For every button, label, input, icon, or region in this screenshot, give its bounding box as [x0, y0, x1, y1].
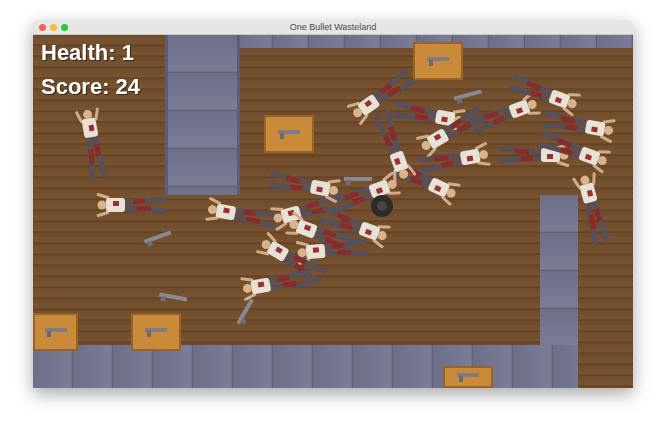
gun-icon[interactable]: [157, 290, 188, 305]
game-window: One Bullet Wasteland Health: 1 Score: 24: [33, 20, 633, 388]
wall: [165, 35, 240, 195]
minimize-button[interactable]: [50, 24, 57, 31]
zombie[interactable]: [93, 193, 173, 217]
health-label: Health: 1: [41, 39, 140, 67]
zombie[interactable]: [461, 90, 544, 140]
window-title: One Bullet Wasteland: [290, 21, 377, 33]
zombie[interactable]: [387, 96, 470, 134]
gun-icon: [43, 326, 69, 338]
weapon-crate[interactable]: [443, 366, 493, 388]
gun-icon[interactable]: [452, 87, 484, 104]
zombie[interactable]: [74, 104, 112, 187]
gun-icon[interactable]: [142, 228, 174, 248]
zombie[interactable]: [493, 143, 573, 167]
weapon-crate[interactable]: [33, 313, 78, 351]
zombie[interactable]: [537, 106, 620, 144]
wall: [33, 345, 578, 388]
zombie[interactable]: [202, 196, 285, 234]
gun-icon[interactable]: [234, 297, 258, 328]
weapon-crate[interactable]: [264, 115, 314, 153]
gun-icon: [276, 128, 302, 140]
player[interactable]: [369, 193, 395, 219]
zombie[interactable]: [571, 168, 615, 251]
zombie[interactable]: [262, 166, 345, 204]
close-button[interactable]: [39, 24, 46, 31]
score-label: Score: 24: [41, 73, 140, 101]
gun-icon: [143, 326, 169, 338]
title-bar: One Bullet Wasteland: [33, 20, 633, 35]
gun-icon: [425, 55, 451, 67]
zombie[interactable]: [237, 264, 320, 302]
gun-icon[interactable]: [343, 175, 373, 185]
gun-icon: [455, 371, 481, 383]
zoom-button[interactable]: [61, 24, 68, 31]
game-area[interactable]: Health: 1 Score: 24: [33, 35, 633, 388]
weapon-crate[interactable]: [131, 313, 181, 351]
weapon-crate[interactable]: [413, 42, 463, 80]
